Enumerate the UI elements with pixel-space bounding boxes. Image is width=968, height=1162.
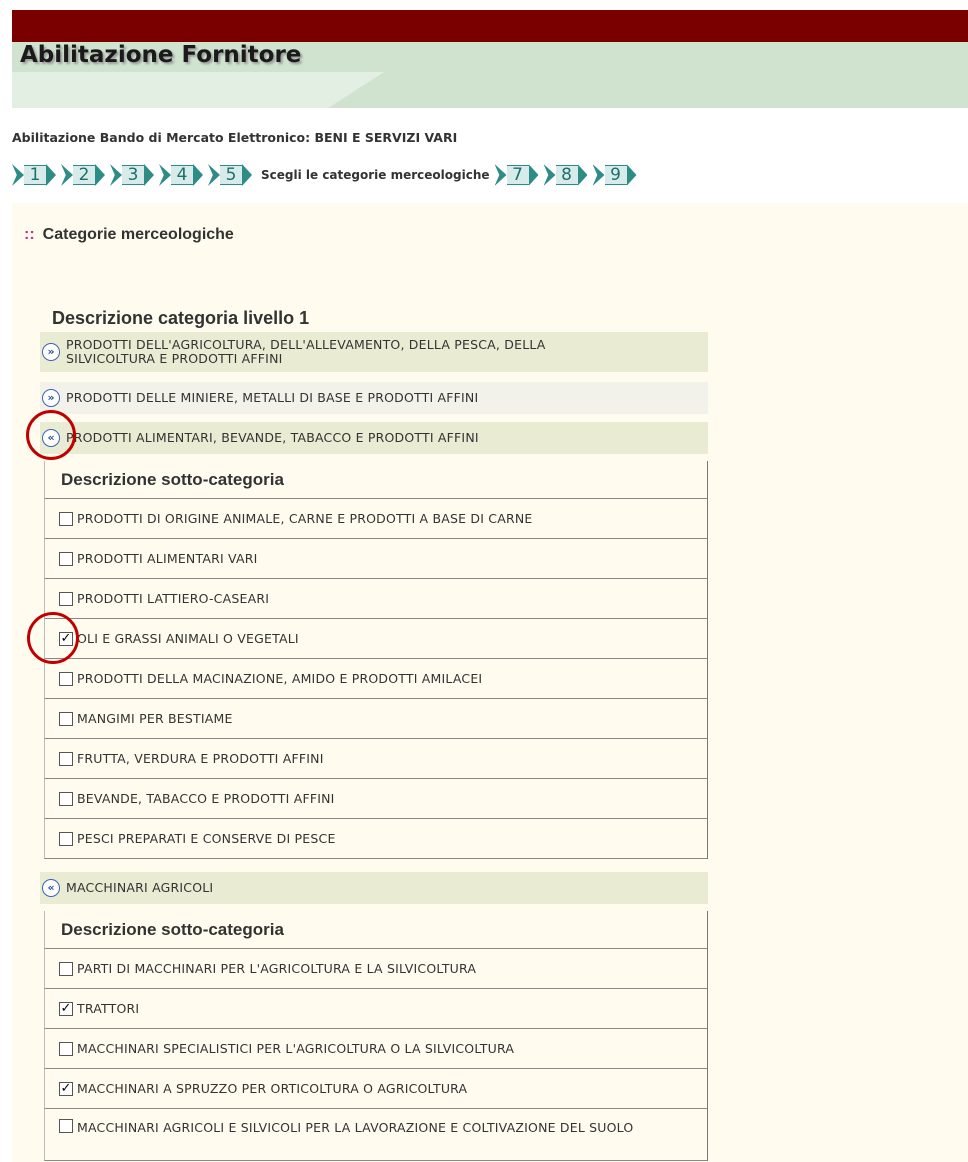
category-label: PRODOTTI DELLE MINIERE, METALLI DI BASE … [66, 390, 479, 405]
subcategory-checkbox[interactable]: ✓ [59, 1001, 73, 1016]
step-arrow-icon [242, 164, 252, 186]
current-step: Scegli le categorie merceologiche [257, 168, 490, 182]
subcategory-row[interactable]: PRODOTTI ALIMENTARI VARI [44, 539, 707, 579]
step-arrow-icon [46, 164, 56, 186]
page-title: Abilitazione Fornitore [20, 42, 302, 68]
panel-title: :: Categorie merceologiche [24, 226, 234, 243]
step-3-link[interactable]: 3 [110, 164, 154, 186]
step-5-link[interactable]: 5 [208, 164, 252, 186]
subcategory-row[interactable]: PARTI DI MACCHINARI PER L'AGRICOLTURA E … [44, 949, 707, 989]
step-arrow-icon [144, 164, 154, 186]
step-arrow-icon [95, 164, 105, 186]
top-bar [12, 10, 968, 42]
step-arrow-icon [110, 164, 122, 186]
step-7-link[interactable]: 7 [494, 164, 539, 186]
step-4-link[interactable]: 4 [159, 164, 203, 186]
step-arrow-icon [159, 164, 171, 186]
subcategory-row[interactable]: FRUTTA, VERDURA E PRODOTTI AFFINI [44, 739, 707, 779]
level1-header: Descrizione categoria livello 1 [52, 308, 310, 328]
subcategory-row[interactable]: PRODOTTI DELLA MACINAZIONE, AMIDO E PROD… [44, 659, 707, 699]
category-label: MACCHINARI AGRICOLI [66, 880, 214, 895]
subcategory-row[interactable]: PRODOTTI LATTIERO-CASEARI [44, 579, 707, 619]
subcategory-checkbox[interactable] [59, 551, 73, 566]
subcategory-row[interactable]: ✓ MACCHINARI A SPRUZZO PER ORTICOLTURA O … [44, 1069, 707, 1109]
category-label: PRODOTTI DELL'AGRICOLTURA, DELL'ALLEVAME… [66, 337, 546, 366]
subcategory-row[interactable]: PESCI PREPARATI E CONSERVE DI PESCE [44, 819, 707, 859]
subcategory-row[interactable]: PRODOTTI DI ORIGINE ANIMALE, CARNE E PRO… [44, 499, 707, 539]
wizard-steps: 1 2 3 4 5 Scegli le categorie merceologi… [12, 164, 642, 186]
subcategory-header: Descrizione sotto-categoria [44, 461, 707, 499]
bando-label: Abilitazione Bando di Mercato Elettronic… [12, 130, 458, 145]
category-row[interactable]: » PRODOTTI DELLE MINIERE, METALLI DI BAS… [40, 382, 708, 414]
subcategory-row[interactable]: MACCHINARI AGRICOLI E SILVICOLI PER LA L… [44, 1109, 707, 1161]
subcategory-row[interactable]: ✓ OLI E GRASSI ANIMALI O VEGETALI [44, 619, 707, 659]
header-banner: Abilitazione Fornitore [12, 42, 968, 108]
banner-tab [12, 72, 384, 108]
step-arrow-icon [626, 164, 637, 186]
subcategory-table: Descrizione sotto-categoria PRODOTTI DI … [40, 461, 708, 859]
step-arrow-icon [494, 164, 507, 186]
step-arrow-icon [528, 164, 539, 186]
step-8-link[interactable]: 8 [543, 164, 588, 186]
subcategory-row[interactable]: BEVANDE, TABACCO E PRODOTTI AFFINI [44, 779, 707, 819]
subcategory-checkbox[interactable] [59, 511, 73, 526]
chevron-double-up-icon[interactable]: « [42, 429, 60, 447]
step-9-link[interactable]: 9 [592, 164, 637, 186]
chevron-double-down-icon[interactable]: » [42, 389, 60, 407]
subcategory-row[interactable]: MACCHINARI SPECIALISTICI PER L'AGRICOLTU… [44, 1029, 707, 1069]
current-step-label: Scegli le categorie merceologiche [261, 168, 490, 182]
subcategory-checkbox[interactable] [59, 831, 73, 846]
category-row[interactable]: » PRODOTTI DELL'AGRICOLTURA, DELL'ALLEVA… [40, 332, 708, 372]
subcategory-checkbox[interactable] [59, 711, 73, 726]
step-2-link[interactable]: 2 [61, 164, 105, 186]
subcategory-checkbox[interactable]: ✓ [59, 1081, 73, 1096]
step-arrow-icon [208, 164, 220, 186]
step-arrow-icon [12, 164, 24, 186]
category-label: PRODOTTI ALIMENTARI, BEVANDE, TABACCO E … [66, 430, 479, 445]
step-arrow-icon [543, 164, 556, 186]
subcategory-row[interactable]: ✓ TRATTORI [44, 989, 707, 1029]
subcategory-checkbox[interactable] [59, 751, 73, 766]
step-arrow-icon [193, 164, 203, 186]
subcategory-checkbox[interactable] [59, 591, 73, 606]
subcategory-row[interactable]: MANGIMI PER BESTIAME [44, 699, 707, 739]
step-arrow-icon [577, 164, 588, 186]
subcategory-checkbox[interactable] [59, 791, 73, 806]
chevron-double-up-icon[interactable]: « [42, 879, 60, 897]
subcategory-header: Descrizione sotto-categoria [44, 911, 707, 949]
subcategory-checkbox[interactable] [59, 1119, 73, 1133]
subcategory-checkbox[interactable] [59, 1041, 73, 1056]
step-arrow-icon [592, 164, 605, 186]
subcategory-checkbox[interactable] [59, 671, 73, 686]
subcategory-checkbox[interactable] [59, 961, 73, 976]
category-row[interactable]: « MACCHINARI AGRICOLI [40, 872, 708, 904]
subcategory-table: Descrizione sotto-categoria PARTI DI MAC… [40, 911, 708, 1161]
subcategory-checkbox[interactable]: ✓ [59, 631, 73, 646]
category-row[interactable]: « PRODOTTI ALIMENTARI, BEVANDE, TABACCO … [40, 422, 708, 454]
step-1-link[interactable]: 1 [12, 164, 56, 186]
chevron-double-down-icon[interactable]: » [42, 343, 60, 361]
step-arrow-icon [61, 164, 73, 186]
